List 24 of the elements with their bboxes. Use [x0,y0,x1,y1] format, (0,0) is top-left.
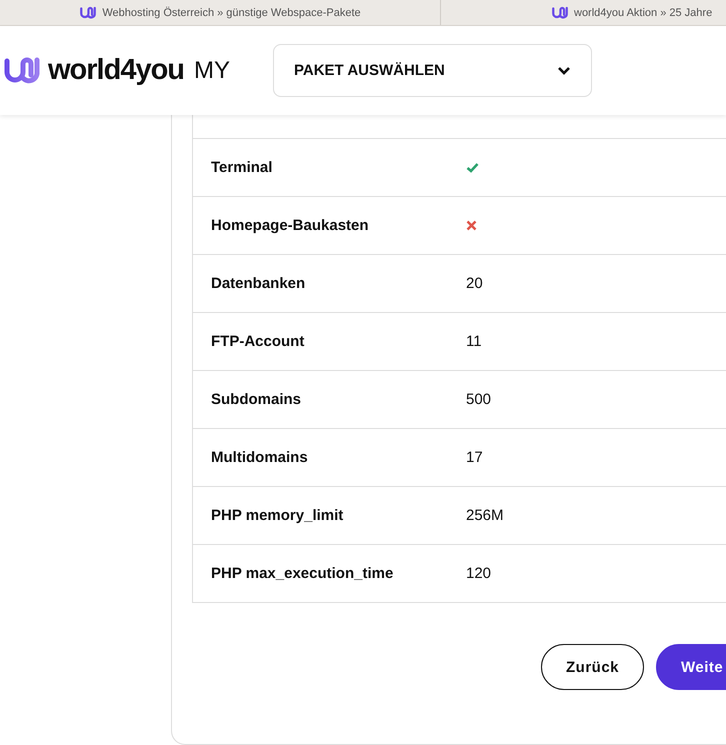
feature-name: Subdomains [210,391,302,408]
feature-name: Datenbanken [210,275,306,292]
brand-suffix: MY [194,56,230,84]
next-button[interactable]: Weite [656,644,726,690]
chevron-down-icon [557,66,571,75]
feature-name: FTP-Account [210,333,306,350]
feature-value: 500 [466,391,492,408]
back-button[interactable]: Zurück [541,644,644,690]
favicon-icon [551,4,569,20]
browser-tab[interactable]: world4you Aktion » 25 Jahre [441,0,712,25]
feature-name: PHP memory_limit [210,507,344,524]
feature-value: 20 [466,275,483,292]
package-select[interactable]: PAKET AUSWÄHLEN [273,44,592,97]
feature-name: Multidomains [210,449,309,466]
favicon-icon [79,4,98,20]
brand-name: world4you [48,54,184,87]
feature-value: 120 [466,565,492,582]
feature-name: Homepage-Baukasten [210,217,370,234]
feature-value: 11 [466,333,482,350]
feature-name: Terminal [210,159,274,176]
feature-value: 256M [466,507,504,524]
feature-name: PHP max_execution_time [210,565,394,582]
site-logo[interactable]: world4you MY [2,54,273,87]
feature-value: 17 [466,449,483,466]
